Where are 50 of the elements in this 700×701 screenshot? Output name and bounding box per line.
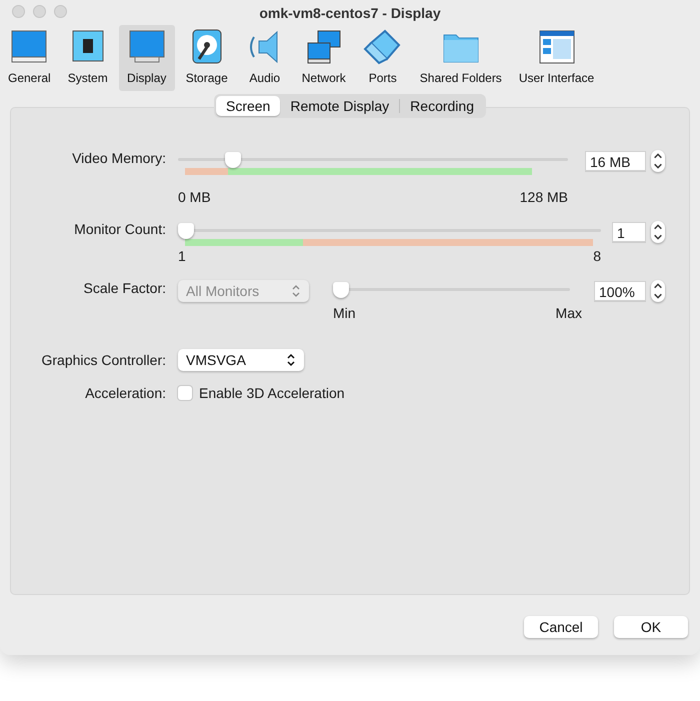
toolbar-tab[interactable]: Shared Folders: [414, 25, 508, 91]
toolbar-tab[interactable]: Display: [118, 25, 175, 91]
toolbar-tab[interactable]: System: [62, 25, 114, 91]
chevron-icon: [291, 284, 301, 298]
tab[interactable]: Remote Display: [280, 96, 400, 116]
max-label: Max: [556, 305, 582, 321]
field-label: Acceleration:: [84, 385, 166, 401]
min-label: Min: [333, 305, 356, 321]
connector-icon: [362, 29, 403, 65]
slider-track[interactable]: [178, 223, 601, 239]
min-label: 1: [178, 248, 186, 264]
stepper-icon[interactable]: [651, 150, 665, 172]
monitor-icon: [9, 29, 50, 65]
close-button[interactable]: [12, 5, 25, 18]
value-field[interactable]: 16 MB: [585, 151, 646, 171]
stepper-icon[interactable]: [651, 221, 665, 243]
field-label: Scale Factor:: [82, 280, 166, 296]
slider-thumb[interactable]: [333, 282, 349, 298]
stepper-icon[interactable]: [651, 280, 665, 302]
checkbox-label[interactable]: Enable 3D Acceleration: [199, 385, 345, 401]
toolbar-tab[interactable]: Audio: [238, 25, 291, 91]
tab[interactable]: Screen: [216, 96, 280, 116]
field-label: Monitor Count:: [73, 221, 166, 237]
minimize-button[interactable]: [33, 5, 46, 18]
cancel-button[interactable]: Cancel: [524, 616, 598, 638]
ok-button[interactable]: OK: [614, 616, 688, 638]
monitor-icon: [126, 29, 167, 65]
toolbar-tab[interactable]: General: [2, 25, 57, 91]
tab[interactable]: Recording: [400, 96, 484, 116]
slider-track[interactable]: [178, 152, 568, 168]
chevron-icon: [286, 353, 296, 367]
window-icon: [536, 29, 576, 65]
field-label: Video Memory:: [71, 150, 166, 166]
controller-dropdown[interactable]: VMSVGA: [178, 349, 304, 371]
slider-thumb[interactable]: [178, 223, 194, 239]
max-label: 8: [593, 248, 601, 264]
value-field[interactable]: 1: [612, 222, 646, 242]
max-label: 128 MB: [520, 189, 568, 205]
zoom-button[interactable]: [54, 5, 67, 18]
toolbar-tab[interactable]: User Interface: [512, 25, 600, 91]
min-label: 0 MB: [178, 189, 211, 205]
toolbar-tab[interactable]: Ports: [356, 25, 409, 91]
window-title: omk-vm8-centos7 - Display: [259, 4, 441, 20]
field-label: Graphics Controller:: [40, 352, 166, 368]
slider-track[interactable]: [333, 282, 570, 298]
value-field[interactable]: 100%: [594, 281, 646, 301]
slider-thumb[interactable]: [224, 152, 241, 168]
toolbar-tab[interactable]: Storage: [180, 25, 234, 91]
checkbox[interactable]: [178, 386, 192, 400]
toolbar-tab[interactable]: Network: [296, 25, 352, 91]
